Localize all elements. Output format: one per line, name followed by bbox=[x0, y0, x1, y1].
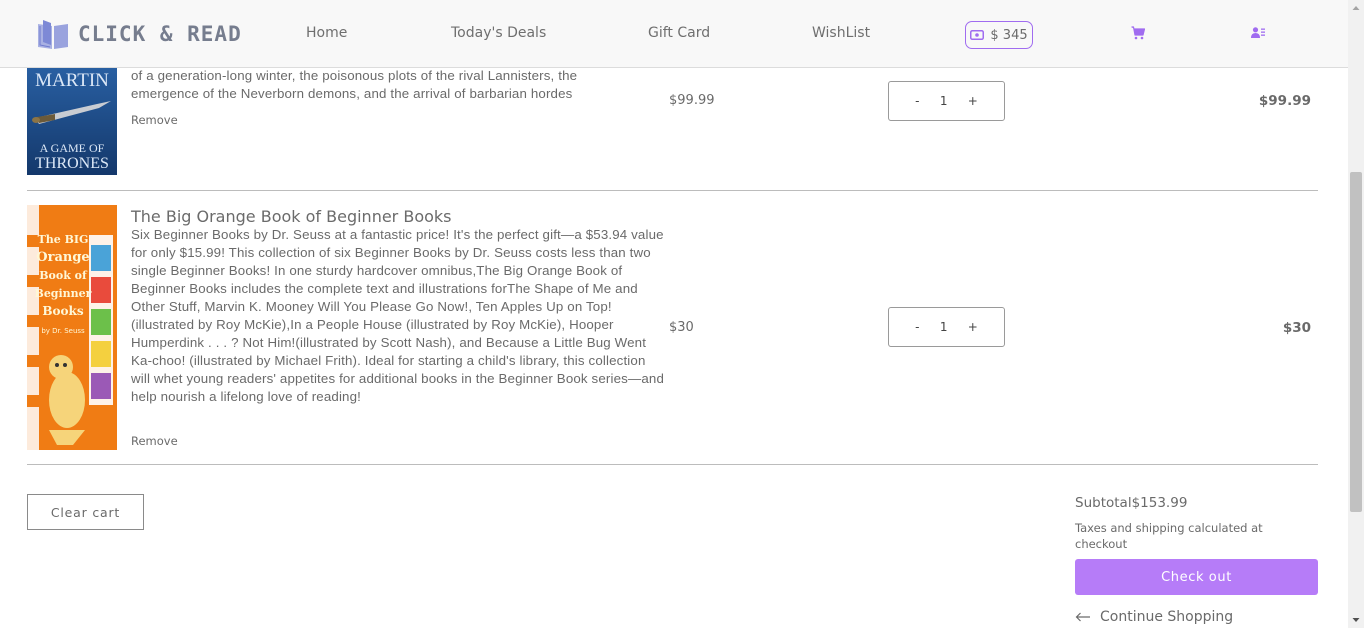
nav-wishlist[interactable]: WishList bbox=[812, 25, 870, 41]
nav-todays-deals[interactable]: Today's Deals bbox=[451, 25, 546, 41]
continue-shopping-link[interactable]: Continue Shopping bbox=[1075, 609, 1233, 625]
quantity-stepper: - 1 + bbox=[888, 307, 1005, 347]
subtotal-label: Subtotal bbox=[1075, 495, 1132, 511]
book-logo-icon bbox=[38, 20, 68, 49]
remove-item-button[interactable]: Remove bbox=[131, 113, 178, 127]
item-divider bbox=[27, 190, 1318, 191]
checkout-button[interactable]: Check out bbox=[1075, 559, 1318, 595]
tax-note: Taxes and shipping calculated at checkou… bbox=[1075, 521, 1263, 551]
cover-title-line1: A GAME OF bbox=[40, 141, 105, 155]
book-cover-game-of-thrones[interactable]: MARTIN A GAME OF THRONES bbox=[27, 60, 117, 175]
logo-text: CLICK & READ bbox=[78, 22, 242, 46]
subtotal: Subtotal$153.99 bbox=[1075, 495, 1187, 511]
cover-art: MARTIN A GAME OF THRONES bbox=[27, 60, 117, 175]
wallet-balance[interactable]: $ 345 bbox=[965, 21, 1033, 49]
book-cover-big-orange-book[interactable]: The BIG Orange Book of Beginner Books by… bbox=[27, 205, 117, 450]
qty-decrease-button[interactable]: - bbox=[915, 320, 919, 334]
cart-icon[interactable] bbox=[1131, 26, 1145, 40]
line-total: $30 bbox=[1282, 320, 1311, 336]
svg-text:The BIG: The BIG bbox=[38, 233, 89, 246]
qty-value: 1 bbox=[939, 94, 948, 108]
cart-page: CLICK & READ Home Today's Deals Gift Car… bbox=[0, 0, 1364, 628]
cover-author-text: MARTIN bbox=[35, 70, 109, 91]
desc-line: of a generation-long winter, the poisono… bbox=[131, 68, 578, 83]
scroll-thumb[interactable] bbox=[1350, 172, 1362, 512]
nav-home[interactable]: Home bbox=[306, 25, 347, 41]
nav-gift-card[interactable]: Gift Card bbox=[648, 25, 710, 41]
qty-decrease-button[interactable]: - bbox=[915, 94, 919, 108]
remove-item-button[interactable]: Remove bbox=[131, 434, 178, 448]
scroll-up-arrow-icon[interactable] bbox=[1348, 0, 1364, 16]
item-description: Six Beginner Books by Dr. Seuss at a fan… bbox=[131, 227, 664, 404]
cover-art: The BIG Orange Book of Beginner Books by… bbox=[27, 205, 117, 450]
money-icon bbox=[970, 30, 985, 40]
qty-increase-button[interactable]: + bbox=[968, 94, 978, 108]
subtotal-value: $153.99 bbox=[1131, 495, 1188, 511]
wallet-amount: $ 345 bbox=[990, 27, 1028, 43]
svg-text:Books: Books bbox=[42, 304, 83, 318]
site-header: CLICK & READ Home Today's Deals Gift Car… bbox=[0, 0, 1364, 68]
item-description: of a generation-long winter, the poisono… bbox=[131, 67, 665, 103]
cover-title-line2: THRONES bbox=[35, 155, 109, 172]
continue-shopping-label: Continue Shopping bbox=[1100, 609, 1234, 625]
item-title[interactable]: The Big Orange Book of Beginner Books bbox=[131, 207, 452, 226]
svg-text:Orange: Orange bbox=[36, 250, 89, 265]
qty-increase-button[interactable]: + bbox=[968, 320, 978, 334]
quantity-stepper: - 1 + bbox=[888, 81, 1005, 121]
clear-cart-button[interactable]: Clear cart bbox=[27, 494, 144, 530]
item-divider bbox=[27, 464, 1318, 465]
qty-value: 1 bbox=[939, 320, 948, 334]
svg-text:Beginner: Beginner bbox=[35, 287, 92, 300]
unit-price: $99.99 bbox=[669, 93, 715, 108]
scrollbar[interactable] bbox=[1348, 0, 1364, 628]
logo[interactable]: CLICK & READ bbox=[36, 18, 242, 50]
desc-line: emergence of the Neverborn demons, and t… bbox=[131, 86, 573, 101]
user-profile-icon[interactable] bbox=[1251, 26, 1265, 40]
svg-text:Book of: Book of bbox=[39, 269, 88, 282]
line-total: $99.99 bbox=[1258, 93, 1311, 109]
scroll-down-arrow-icon[interactable] bbox=[1348, 612, 1364, 628]
arrow-left-icon bbox=[1075, 612, 1090, 622]
unit-price: $30 bbox=[669, 320, 694, 335]
svg-text:by Dr. Seuss: by Dr. Seuss bbox=[41, 327, 85, 335]
